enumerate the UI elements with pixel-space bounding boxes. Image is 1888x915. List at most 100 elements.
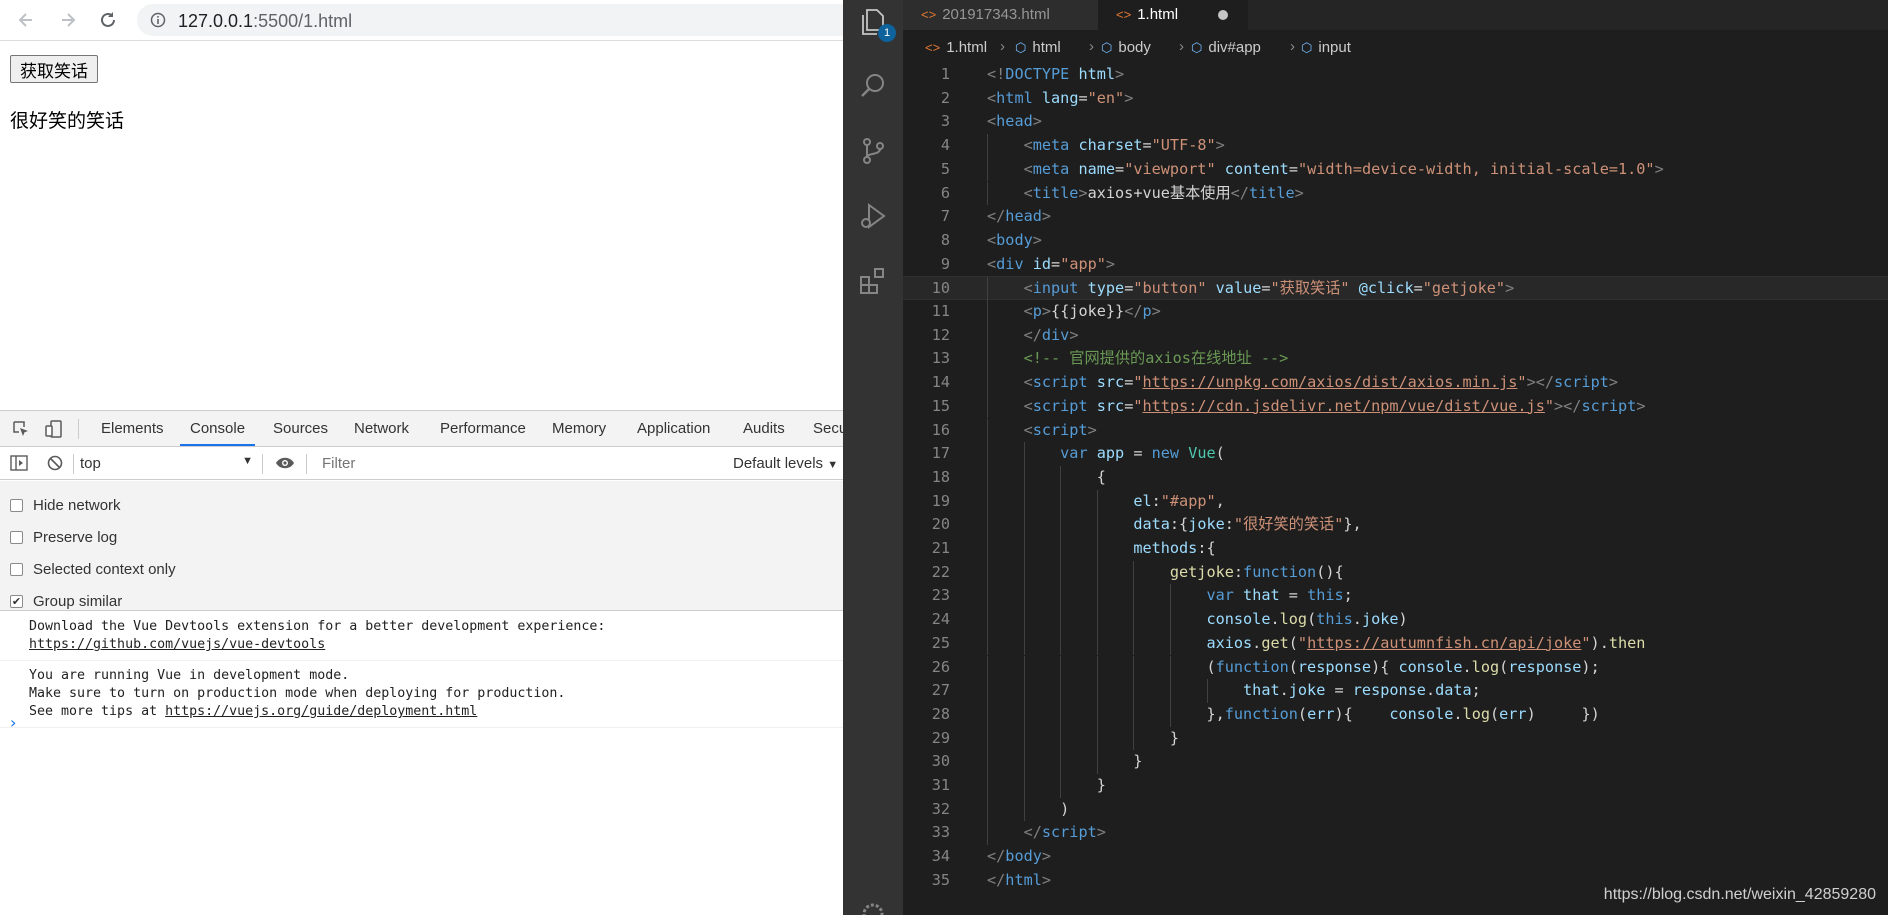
code-line[interactable]: 34 </body> xyxy=(903,845,1888,869)
code-line[interactable]: 21 methods:{ xyxy=(903,537,1888,561)
settings-gear-icon[interactable] xyxy=(857,898,889,915)
line-number: 26 xyxy=(931,657,950,676)
code-line[interactable]: 30 } xyxy=(903,750,1888,774)
info-icon[interactable] xyxy=(150,12,166,28)
checkbox-checked[interactable]: ✔ xyxy=(10,594,23,608)
editor-tab-active[interactable]: <> 1.html xyxy=(1098,0,1248,30)
sidebar-toggle-icon[interactable] xyxy=(10,455,28,471)
code-line[interactable]: 16 <script> xyxy=(903,418,1888,443)
code-line[interactable]: 6 <title>axios+vue基本使用</title> xyxy=(903,181,1888,206)
line-number: 22 xyxy=(931,562,950,581)
eye-icon[interactable] xyxy=(275,456,295,470)
back-button[interactable] xyxy=(14,8,38,32)
divider xyxy=(78,419,79,439)
extensions-icon[interactable] xyxy=(857,265,889,297)
code-line[interactable]: 32 ) xyxy=(903,797,1888,822)
reload-icon xyxy=(101,12,115,27)
checkbox[interactable] xyxy=(10,562,23,576)
code-line[interactable]: 13 <!-- 官网提供的axios在线地址 --> xyxy=(903,347,1888,372)
code-line[interactable]: 24 console.log(this.joke) xyxy=(903,608,1888,632)
tab-sources[interactable]: Sources xyxy=(273,411,328,446)
console-prompt-icon[interactable]: › xyxy=(10,713,16,732)
checkbox[interactable] xyxy=(10,530,23,544)
message-link[interactable]: https://vuejs.org/guide/deployment.html xyxy=(165,704,477,719)
code-line[interactable]: 14 <script src="https://unpkg.com/axios/… xyxy=(903,371,1888,395)
code-line[interactable]: 22 getjoke:function(){ xyxy=(903,560,1888,585)
group-similar-setting[interactable]: ✔ Group similar xyxy=(10,591,122,611)
preserve-log-setting[interactable]: Preserve log xyxy=(10,527,117,547)
code-line[interactable]: 25 axios.get("https://autumnfish.cn/api/… xyxy=(903,631,1888,656)
context-value: top xyxy=(80,455,101,472)
unsaved-dot-icon[interactable] xyxy=(1218,10,1228,20)
line-number: 8 xyxy=(940,230,950,249)
context-selector[interactable]: top ▼ xyxy=(80,455,253,473)
run-debug-icon[interactable] xyxy=(857,200,889,232)
breadcrumb-item[interactable]: ⬡ input xyxy=(1301,39,1351,56)
line-number: 29 xyxy=(931,728,950,747)
devtools-panel: Elements Console Sources Network Perform… xyxy=(0,410,843,915)
code-line[interactable]: 3 <head> xyxy=(903,110,1888,134)
code-text: getjoke:function(){ xyxy=(1169,562,1344,581)
devtools-tabbar: Elements Console Sources Network Perform… xyxy=(0,411,843,447)
inspect-element-icon[interactable] xyxy=(12,420,30,438)
code-line[interactable]: 12 </div> xyxy=(903,323,1888,348)
log-levels-dropdown[interactable]: Default levels ▼ xyxy=(733,455,838,472)
forward-button[interactable] xyxy=(56,8,80,32)
code-line[interactable]: 29 } xyxy=(903,726,1888,751)
code-line[interactable]: 28 },function(err){ console.log(err) }) xyxy=(903,702,1888,727)
code-editor[interactable]: 1 <!DOCTYPE html> 2 <html lang="en"> 3 <head>… xyxy=(903,63,1888,915)
tab-elements[interactable]: Elements xyxy=(101,411,164,446)
get-joke-button[interactable]: 获取笑话 xyxy=(10,55,98,83)
code-line[interactable]: 33 </script> xyxy=(903,821,1888,846)
hide-network-setting[interactable]: Hide network xyxy=(10,495,121,515)
reload-button[interactable] xyxy=(96,8,120,32)
code-line[interactable]: 8 <body> xyxy=(903,229,1888,253)
code-line[interactable]: 23 var that = this; xyxy=(903,584,1888,609)
tab-application[interactable]: Application xyxy=(637,411,710,446)
code-line[interactable]: 7 </head> xyxy=(903,205,1888,229)
code-line[interactable]: 2 <html lang="en"> xyxy=(903,87,1888,111)
device-toolbar-icon[interactable] xyxy=(44,419,64,439)
code-line[interactable]: 17 var app = new Vue( xyxy=(903,442,1888,466)
line-number: 34 xyxy=(931,847,950,866)
tab-network[interactable]: Network xyxy=(354,411,409,446)
back-arrow-icon xyxy=(18,13,32,27)
code-line[interactable]: 26 (function(response){ console.log(resp… xyxy=(903,655,1888,680)
setting-label: Preserve log xyxy=(33,528,118,546)
source-control-icon[interactable] xyxy=(857,135,889,167)
tab-performance[interactable]: Performance xyxy=(440,411,526,446)
tab-console[interactable]: Console xyxy=(180,411,256,446)
chevron-right-icon: › xyxy=(1179,38,1184,55)
tab-security[interactable]: Secu xyxy=(813,411,843,446)
vscode-window: 1 <> 201917343.html <> 1.html <> 1.html › ⬡… xyxy=(843,0,1888,915)
checkbox[interactable] xyxy=(10,498,23,512)
code-line[interactable]: 15 <script src="https://cdn.jsdelivr.net… xyxy=(903,394,1888,419)
filter-input[interactable] xyxy=(316,451,721,476)
code-line[interactable]: 20 data:{joke:"很好笑的笑话"}, xyxy=(903,513,1888,537)
divider xyxy=(262,454,263,474)
breadcrumb-item[interactable]: ⬡ body xyxy=(1101,39,1151,56)
code-text: console.log(this.joke) xyxy=(1206,610,1408,629)
breadcrumb-item[interactable]: <> 1.html xyxy=(925,39,987,56)
message-link[interactable]: https://github.com/vuejs/vue-devtools xyxy=(29,637,325,652)
code-line[interactable]: 18 { xyxy=(903,465,1888,490)
tab-memory[interactable]: Memory xyxy=(552,411,606,446)
code-line[interactable]: 1 <!DOCTYPE html> xyxy=(903,63,1888,87)
code-line[interactable]: 9 <div id="app"> xyxy=(903,253,1888,277)
code-line[interactable]: 4 <meta charset="UTF-8"> xyxy=(903,134,1888,158)
line-number: 11 xyxy=(931,302,950,320)
code-line[interactable]: 19 el:"#app", xyxy=(903,489,1888,514)
code-line[interactable]: 10 <input type="button" value="获取笑话" @cl… xyxy=(903,276,1888,301)
code-line[interactable]: 5 <meta name="viewport" content="width=d… xyxy=(903,157,1888,182)
tab-audits[interactable]: Audits xyxy=(743,411,785,446)
breadcrumb-item[interactable]: ⬡ div#app xyxy=(1191,39,1261,56)
search-icon[interactable] xyxy=(857,70,889,102)
editor-tab[interactable]: <> 201917343.html xyxy=(903,0,1098,30)
clear-console-icon[interactable] xyxy=(47,455,63,471)
code-line[interactable]: 27 that.joke = response.data; xyxy=(903,679,1888,703)
code-line[interactable]: 11 <p>{{joke}}</p> xyxy=(903,300,1888,324)
breadcrumb-item[interactable]: ⬡ html xyxy=(1015,39,1061,56)
code-line[interactable]: 31 } xyxy=(903,774,1888,798)
address-bar[interactable]: 127.0.0.1:5500/1.html xyxy=(137,4,843,36)
selected-context-setting[interactable]: Selected context only xyxy=(10,559,176,579)
